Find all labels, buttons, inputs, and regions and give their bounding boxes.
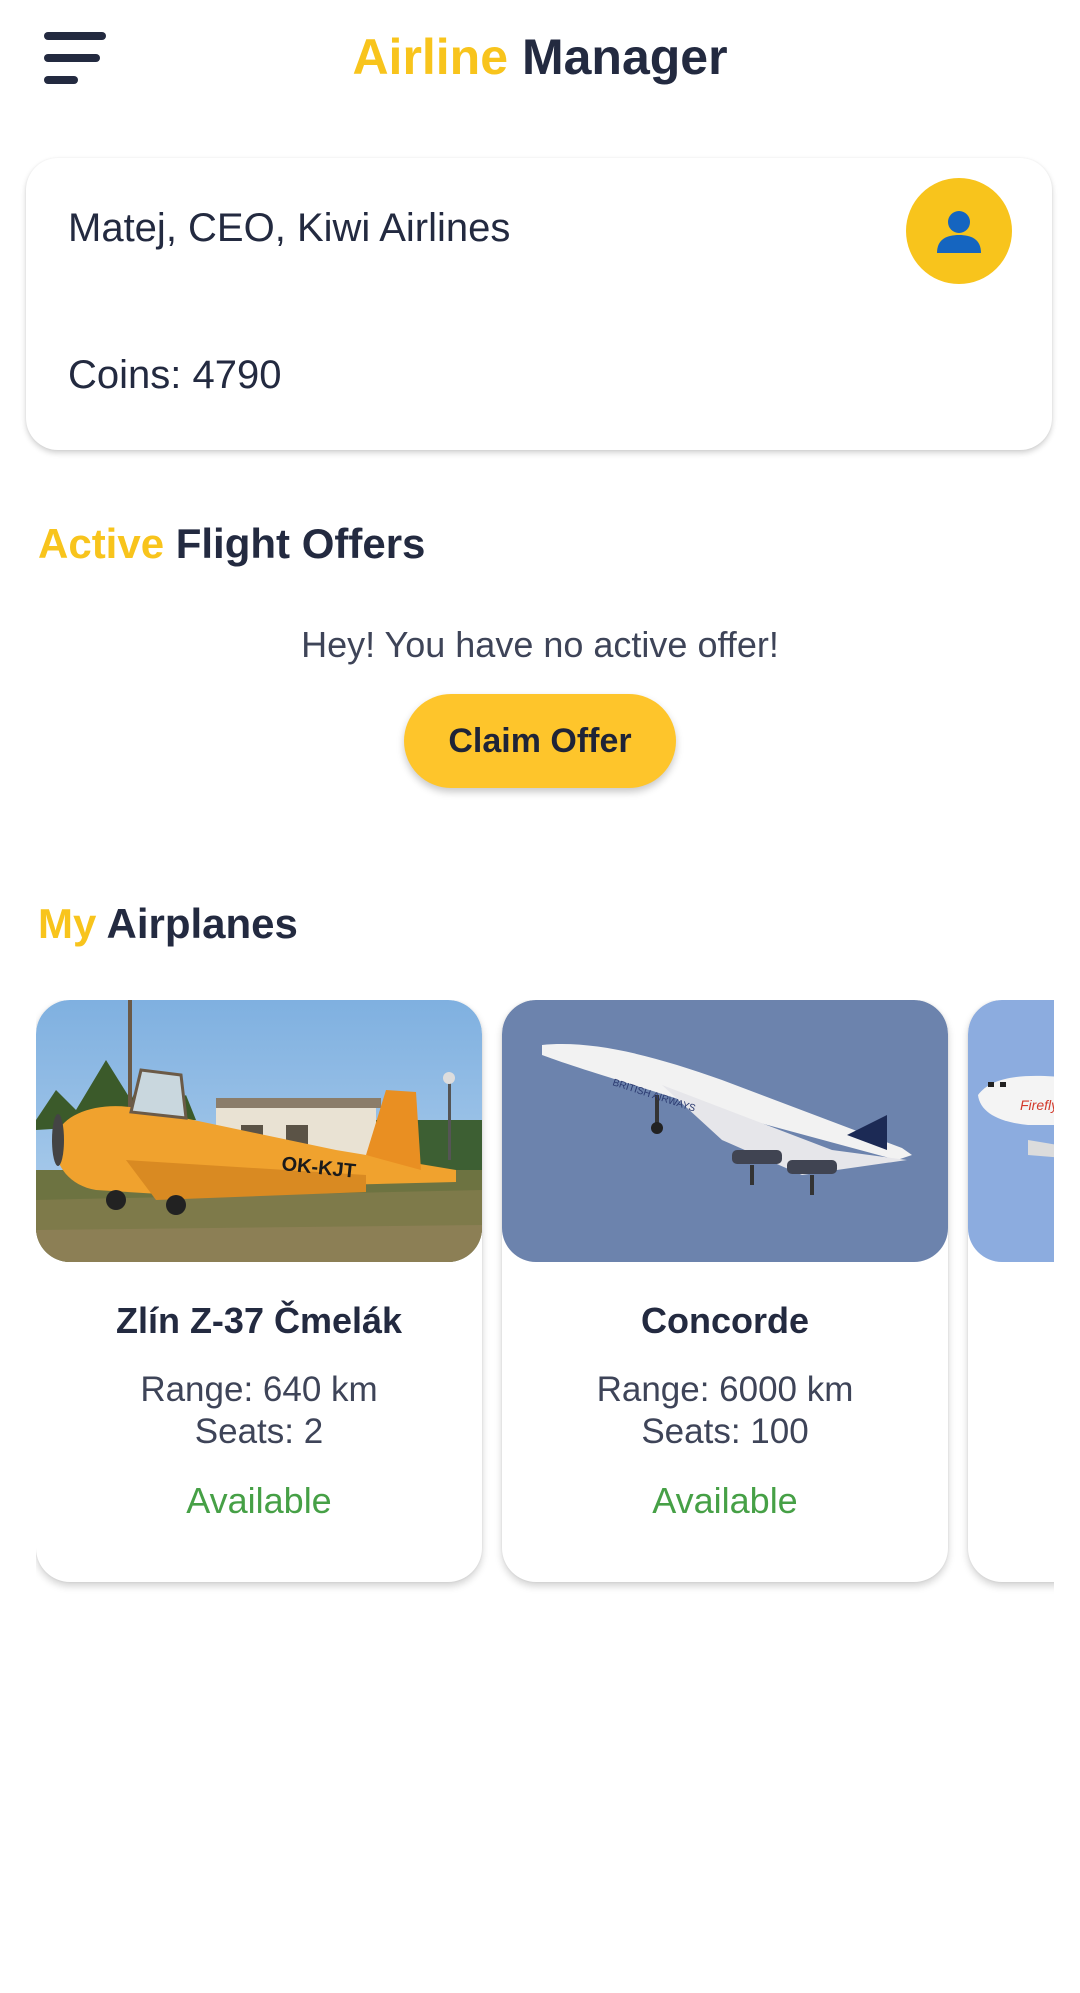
profile-name: Matej, CEO, Kiwi Airlines — [68, 206, 511, 250]
profile-card: Matej, CEO, Kiwi Airlines Coins: 4790 — [26, 158, 1052, 450]
airplane-card[interactable]: Firefly — [968, 1000, 1054, 1582]
airplane-card[interactable]: OK-KJT Zlín Z-37 Čmelák Range: 640 km Se… — [36, 1000, 482, 1582]
airplane-seats: Seats: 100 — [641, 1412, 809, 1451]
coins-balance: Coins: 4790 — [68, 353, 282, 397]
airplane-range: Range: 6000 km — [596, 1370, 854, 1409]
my-airplanes-heading: My Airplanes — [38, 900, 298, 948]
user-icon — [937, 211, 981, 253]
app-title: Airline Manager — [0, 28, 1080, 86]
airplane-name: Zlín Z-37 Čmelák — [115, 1300, 403, 1341]
airplanes-heading-highlight: My — [38, 900, 97, 947]
claim-offer-button[interactable]: Claim Offer — [404, 694, 676, 788]
airplanes-carousel[interactable]: OK-KJT Zlín Z-37 Čmelák Range: 640 km Se… — [36, 1000, 1054, 1600]
svg-text:Firefly: Firefly — [1020, 1097, 1054, 1113]
airplane-photo: Firefly — [968, 1000, 1054, 1262]
offers-heading-rest: Flight Offers — [175, 520, 426, 567]
app-title-highlight: Airline — [352, 29, 509, 85]
airplane-range: Range: 640 km — [140, 1370, 378, 1409]
airplane-photo: OK-KJT — [36, 1000, 482, 1262]
app-header: Airline Manager — [0, 0, 1080, 120]
app-title-rest: Manager — [521, 29, 728, 85]
offers-heading-highlight: Active — [38, 520, 165, 567]
airplanes-heading-rest: Airplanes — [106, 900, 298, 947]
avatar[interactable] — [906, 178, 1012, 284]
airplane-seats: Seats: 2 — [194, 1412, 324, 1451]
airplane-photo: BRITISH AIRWAYS — [502, 1000, 948, 1262]
airplane-card[interactable]: BRITISH AIRWAYS Concorde Range: 6000 km … — [502, 1000, 948, 1582]
active-offers-heading: Active Flight Offers — [38, 520, 425, 568]
airplane-name: Concorde — [640, 1300, 809, 1341]
airplane-status: Available — [652, 1480, 798, 1521]
no-offer-message: Hey! You have no active offer! — [301, 624, 779, 665]
airplane-status: Available — [186, 1480, 332, 1521]
